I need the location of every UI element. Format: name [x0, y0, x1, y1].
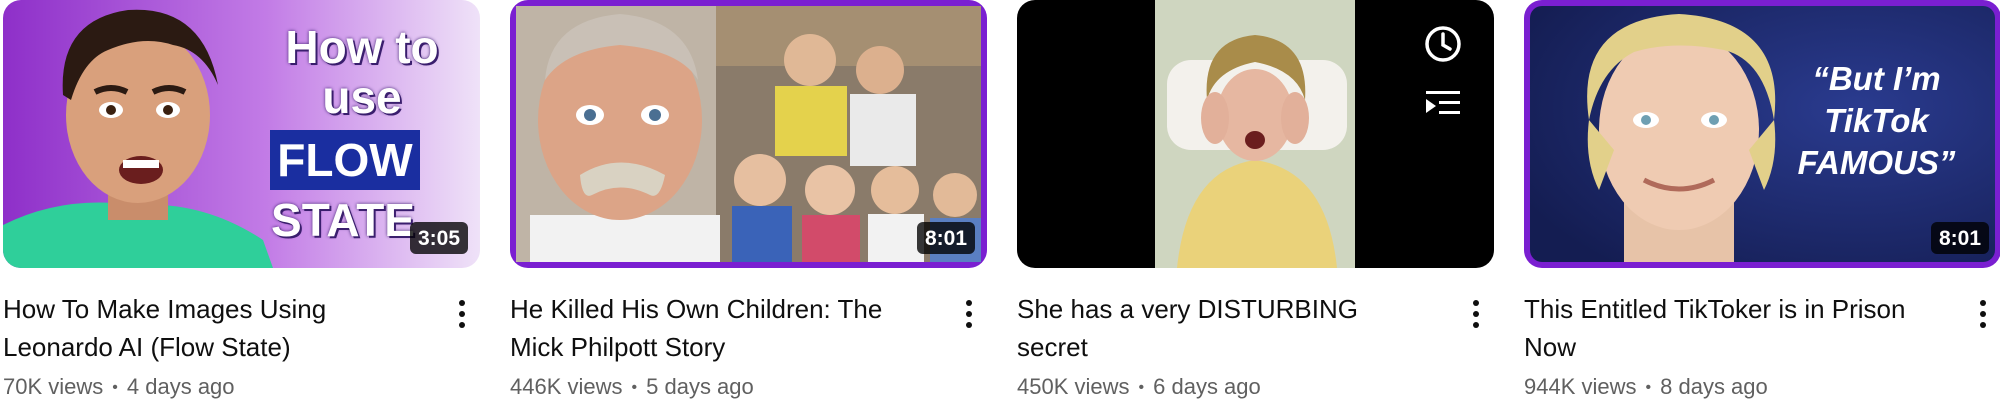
- thumbnail-caption-line3: STATE: [271, 194, 415, 246]
- add-to-queue-icon[interactable]: [1416, 82, 1470, 126]
- video-title[interactable]: This Entitled TikToker is in Prison Now: [1524, 290, 1939, 366]
- duration-badge: 8:01: [1930, 222, 1989, 254]
- video-card[interactable]: “But I’m TikTok FAMOUS” 8:01 This Entitl…: [1524, 0, 2000, 413]
- thumbnail-art: [510, 0, 987, 268]
- view-count: 944K views: [1524, 374, 1637, 399]
- video-details: He Killed His Own Children: The Mick Phi…: [510, 290, 987, 403]
- video-card[interactable]: 8:01 He Killed His Own Children: The Mic…: [510, 0, 987, 413]
- upload-age: 5 days ago: [646, 374, 754, 399]
- more-actions-icon[interactable]: [448, 294, 476, 334]
- thumbnail-caption-line1: How to use: [285, 21, 439, 123]
- meta-separator: •: [1645, 379, 1652, 396]
- video-details: This Entitled TikToker is in Prison Now …: [1524, 290, 2000, 403]
- view-count: 446K views: [510, 374, 623, 399]
- upload-age: 6 days ago: [1153, 374, 1261, 399]
- video-details: She has a very DISTURBING secret 450K vi…: [1017, 290, 1494, 403]
- meta-separator: •: [1138, 379, 1145, 396]
- duration-badge: 3:05: [409, 222, 468, 254]
- hover-actions: [1394, 0, 1494, 140]
- view-count: 450K views: [1017, 374, 1130, 399]
- more-actions-icon[interactable]: [1969, 294, 1997, 334]
- video-metadata: 70K views • 4 days ago: [3, 372, 480, 403]
- upload-age: 8 days ago: [1660, 374, 1768, 399]
- video-thumbnail[interactable]: “But I’m TikTok FAMOUS” 8:01: [1524, 0, 2000, 268]
- video-thumbnail[interactable]: How to use FLOW STATE 3:05: [3, 0, 480, 268]
- view-count: 70K views: [3, 374, 104, 399]
- more-actions-icon[interactable]: [955, 294, 983, 334]
- video-metadata: 446K views • 5 days ago: [510, 372, 987, 403]
- thumbnail-caption: “But I’m TikTok FAMOUS”: [1797, 60, 1956, 181]
- video-card[interactable]: She has a very DISTURBING secret 450K vi…: [1017, 0, 1494, 413]
- duration-badge: 8:01: [916, 222, 975, 254]
- video-metadata: 944K views • 8 days ago: [1524, 372, 2000, 403]
- video-metadata: 450K views • 6 days ago: [1017, 372, 1494, 403]
- video-title[interactable]: He Killed His Own Children: The Mick Phi…: [510, 290, 925, 366]
- meta-separator: •: [631, 379, 638, 396]
- video-details: How To Make Images Using Leonardo AI (Fl…: [3, 290, 480, 403]
- thumbnail-caption-line2: FLOW: [270, 130, 420, 190]
- clock-icon[interactable]: [1416, 22, 1470, 66]
- video-title[interactable]: She has a very DISTURBING secret: [1017, 290, 1432, 366]
- upload-age: 4 days ago: [126, 374, 235, 399]
- video-thumbnail[interactable]: [1017, 0, 1494, 268]
- video-thumbnail[interactable]: 8:01: [510, 0, 987, 268]
- video-title[interactable]: How To Make Images Using Leonardo AI (Fl…: [3, 290, 418, 366]
- more-actions-icon[interactable]: [1462, 294, 1490, 334]
- meta-separator: •: [112, 379, 118, 396]
- video-grid: How to use FLOW STATE 3:05 How To Make I…: [0, 0, 2000, 413]
- video-card[interactable]: How to use FLOW STATE 3:05 How To Make I…: [3, 0, 480, 413]
